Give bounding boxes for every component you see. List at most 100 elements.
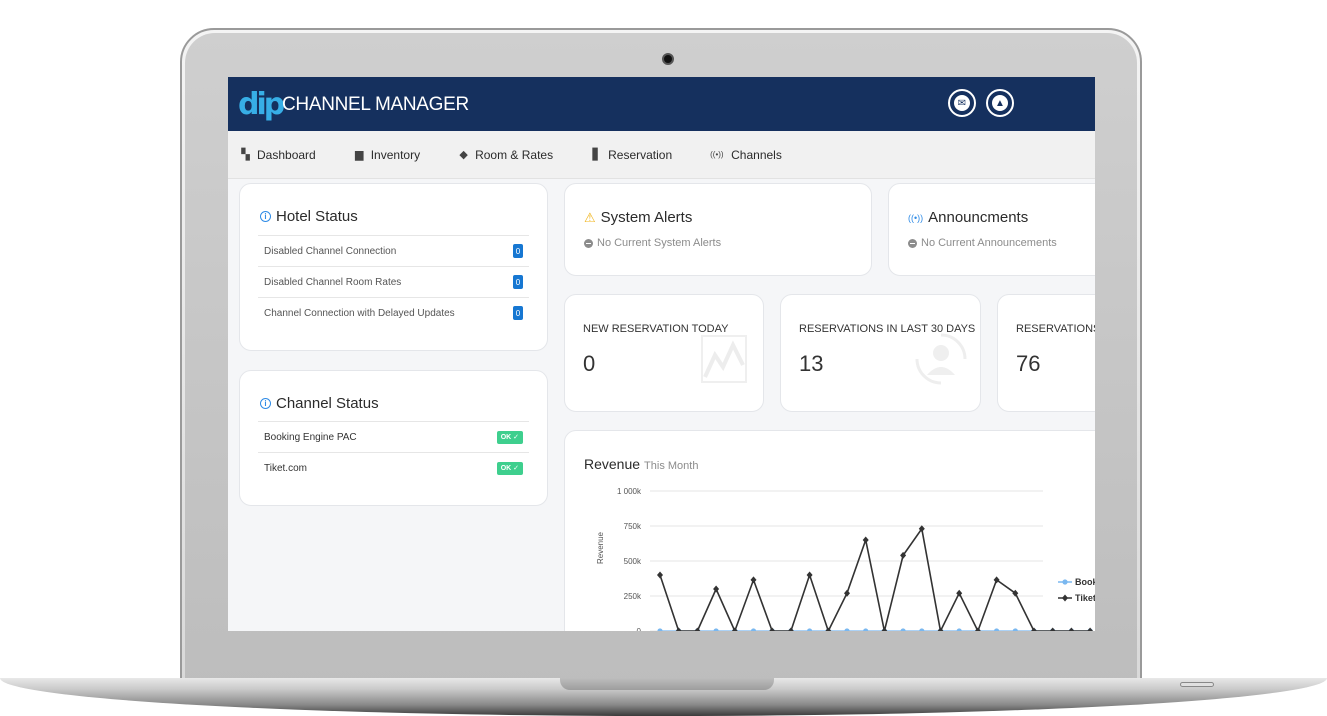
ok-badge: OK ✓ <box>496 461 523 475</box>
info-icon: i <box>260 398 271 409</box>
stat-label: RESERVATIONS I <box>1016 323 1095 335</box>
data-point-tiket[interactable] <box>806 571 813 579</box>
y-tick-label: 500k <box>624 557 642 566</box>
ok-badge: OK ✓ <box>496 430 523 444</box>
nav-dashboard[interactable]: ▚ Dashboard <box>240 147 316 162</box>
nav-channels[interactable]: ((•)) Channels <box>710 148 782 162</box>
data-point-book[interactable] <box>750 628 757 631</box>
data-point-book[interactable] <box>994 628 1000 631</box>
channel-row-label: Booking Engine PAC <box>264 431 357 443</box>
laptop-slot <box>1180 682 1214 687</box>
webcam-icon <box>662 53 674 65</box>
trend-chart-icon <box>701 335 747 383</box>
stat-card-third[interactable]: RESERVATIONS I 76 <box>997 294 1095 412</box>
app-title: CHANNEL MANAGER <box>282 94 469 115</box>
count-badge: 0 <box>513 244 523 258</box>
data-point-tiket[interactable] <box>769 627 776 632</box>
stat-label: NEW RESERVATION TODAY <box>583 323 729 335</box>
data-point-book[interactable] <box>863 628 869 631</box>
data-point-book[interactable] <box>919 628 925 631</box>
mail-icon: ✉ <box>954 95 970 111</box>
status-row[interactable]: Disabled Channel Connection 0 <box>258 235 529 266</box>
y-axis-label: Revenue <box>596 531 605 564</box>
broadcast-icon: ((•)) <box>908 212 924 223</box>
mail-button[interactable]: ✉ <box>948 89 976 117</box>
book-icon: ▋ <box>592 149 601 161</box>
data-point-tiket[interactable] <box>1068 627 1075 632</box>
y-tick-label: 1 000k <box>617 487 642 496</box>
data-point-tiket[interactable] <box>1087 627 1094 632</box>
system-alerts-card: ⚠ System Alerts No Current System Alerts <box>564 183 872 276</box>
nav-room-rates[interactable]: ◆ Room & Rates <box>458 148 553 162</box>
hotel-status-title: i Hotel Status <box>260 208 358 225</box>
layers-icon: ◆ <box>459 149 468 161</box>
data-point-tiket[interactable] <box>750 576 757 584</box>
nav-label: Dashboard <box>257 147 316 162</box>
channel-status-card: i Channel Status Booking Engine PAC OK ✓… <box>239 370 548 506</box>
legend-label[interactable]: Book <box>1075 577 1095 587</box>
nav-inventory[interactable]: ▆ Inventory <box>354 148 420 162</box>
status-row[interactable]: Channel Connection with Delayed Updates … <box>258 297 529 328</box>
series-line-tiket <box>659 526 1091 631</box>
status-row[interactable]: Disabled Channel Room Rates 0 <box>258 266 529 297</box>
data-point-tiket[interactable] <box>862 536 869 544</box>
channel-row[interactable]: Tiket.com OK ✓ <box>258 452 529 483</box>
announcements-message-text: No Current Announcements <box>921 237 1057 249</box>
chart-grid: 0 250k 500k 750k 1 000k <box>617 487 1043 631</box>
y-tick-label: 750k <box>624 522 642 531</box>
main-nav: ▚ Dashboard ▆ Inventory ◆ Room & Rates ▋… <box>228 131 1095 179</box>
data-point-tiket[interactable] <box>787 627 794 632</box>
data-point-book[interactable] <box>956 628 962 631</box>
stat-label: RESERVATIONS IN LAST 30 DAYS <box>799 323 976 335</box>
stat-card-today[interactable]: NEW RESERVATION TODAY 0 <box>564 294 764 412</box>
alerts-message-text: No Current System Alerts <box>597 237 722 249</box>
chart-series <box>657 525 1094 632</box>
top-bar: dip CHANNEL MANAGER ✉ ▲ <box>228 77 1095 131</box>
info-icon: i <box>260 211 271 222</box>
dashboard-icon: ▚ <box>241 149 250 161</box>
nav-reservation[interactable]: ▋ Reservation <box>591 148 672 162</box>
warning-icon: ⚠ <box>584 209 596 225</box>
stat-card-30-days[interactable]: RESERVATIONS IN LAST 30 DAYS 13 <box>780 294 981 412</box>
data-point-book[interactable] <box>807 628 813 631</box>
inventory-icon: ▆ <box>354 149 364 161</box>
notifications-button[interactable]: ▲ <box>986 89 1014 117</box>
data-point-book[interactable] <box>1012 628 1018 631</box>
legend-label[interactable]: Tiket <box>1075 593 1095 603</box>
chart-legend[interactable]: Book Tiket <box>1058 577 1095 603</box>
status-row-label: Channel Connection with Delayed Updates <box>264 307 455 319</box>
channel-row[interactable]: Booking Engine PAC OK ✓ <box>258 421 529 452</box>
count-badge: 0 <box>513 275 523 289</box>
data-point-tiket[interactable] <box>675 627 682 632</box>
y-tick-label: 250k <box>624 592 642 601</box>
nav-label: Reservation <box>608 147 673 162</box>
stat-value: 13 <box>799 351 824 376</box>
revenue-line-chart[interactable]: 0 250k 500k 750k 1 000k Revenue Book Tiket <box>565 431 1095 631</box>
stat-value: 76 <box>1016 351 1041 376</box>
announcements-title: ((•)) Announcments <box>908 209 1028 226</box>
announcements-message: No Current Announcements <box>908 237 1057 249</box>
data-point-book[interactable] <box>844 628 850 631</box>
data-point-tiket[interactable] <box>1049 627 1056 632</box>
data-point-tiket[interactable] <box>881 627 888 632</box>
status-row-label: Disabled Channel Room Rates <box>264 276 402 288</box>
broadcast-icon: ((•)) <box>710 150 724 159</box>
data-point-tiket[interactable] <box>713 585 720 593</box>
nav-label: Channels <box>731 147 782 162</box>
data-point-book[interactable] <box>657 628 663 631</box>
legend-marker <box>1062 594 1068 602</box>
legend-marker <box>1062 579 1068 585</box>
status-row-label: Disabled Channel Connection <box>264 245 397 257</box>
brand-logo[interactable]: dip <box>238 87 285 122</box>
data-point-tiket[interactable] <box>657 571 663 579</box>
card-title-text: Channel Status <box>276 395 379 412</box>
channel-status-title: i Channel Status <box>260 395 379 412</box>
app-screen: dip CHANNEL MANAGER ✉ ▲ ▚ Dashboard ▆ In… <box>228 77 1095 631</box>
revenue-chart-card: Revenue This Month 0250k500k750k1 000k R… <box>564 430 1095 631</box>
laptop-hinge-notch <box>560 678 774 690</box>
alerts-message: No Current System Alerts <box>584 237 721 249</box>
minus-circle-icon <box>908 238 917 248</box>
data-point-book[interactable] <box>900 628 906 631</box>
data-point-book[interactable] <box>713 628 719 631</box>
minus-circle-icon <box>584 238 593 248</box>
